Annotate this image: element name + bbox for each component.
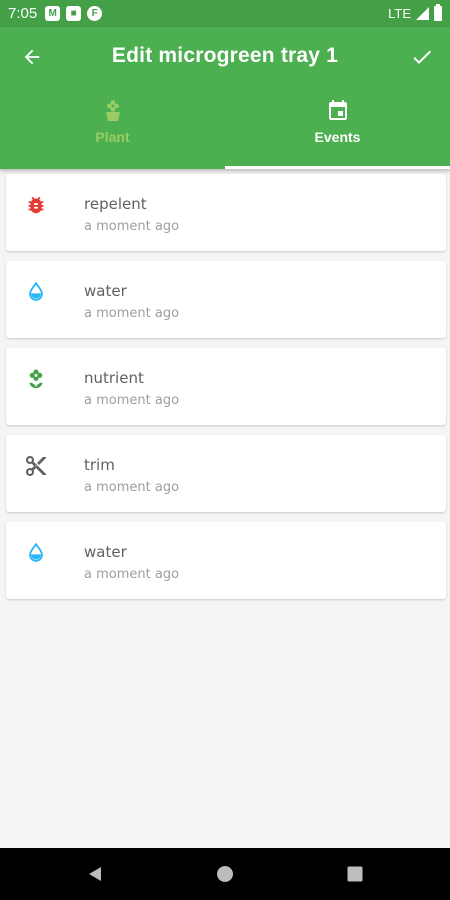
nav-home-button[interactable] [210, 859, 240, 889]
event-time: a moment ago [84, 480, 180, 495]
tab-plant-label: Plant [95, 129, 130, 145]
event-card[interactable]: repelent a moment ago [6, 174, 446, 251]
app-notification-icon: ■ [66, 6, 82, 21]
bug-icon [24, 193, 48, 217]
event-card[interactable]: trim a moment ago [6, 435, 446, 512]
flower-icon [24, 367, 48, 391]
event-time: a moment ago [84, 219, 180, 234]
circle-home-icon [217, 866, 233, 882]
status-time: 7:05 [8, 5, 38, 22]
event-time: a moment ago [84, 567, 180, 582]
gmail-notification-icon: M [45, 6, 61, 21]
status-bar: 7:05 M ■ F LTE [0, 0, 450, 27]
event-card[interactable]: nutrient a moment ago [6, 348, 446, 425]
page-title: Edit microgreen tray 1 [111, 44, 339, 67]
f-notification-icon: F [87, 6, 103, 21]
save-button[interactable] [408, 43, 436, 71]
toolbar: Edit microgreen tray 1 [0, 27, 450, 89]
triangle-back-icon [89, 867, 101, 881]
flower-pot-icon [105, 100, 120, 121]
tab-plant[interactable]: Plant [0, 89, 225, 169]
event-time: a moment ago [84, 306, 180, 321]
battery-icon [434, 4, 442, 21]
event-name: nutrient [84, 369, 144, 387]
event-name: trim [84, 456, 115, 474]
water-drop-icon [24, 541, 48, 565]
calendar-icon [328, 100, 347, 120]
water-drop-icon [24, 280, 48, 304]
square-recents-icon [347, 866, 363, 882]
system-nav-bar [0, 848, 450, 900]
check-icon [413, 50, 431, 64]
event-name: water [84, 282, 127, 300]
signal-icon [416, 7, 429, 20]
event-card[interactable]: water a moment ago [6, 261, 446, 338]
event-name: repelent [84, 195, 147, 213]
network-type: LTE [388, 6, 411, 21]
tab-bar: Plant Events [0, 89, 450, 169]
tab-events-label: Events [314, 129, 361, 145]
nav-recents-button[interactable] [340, 859, 370, 889]
event-name: water [84, 543, 127, 561]
events-list: repelent a moment ago water a moment ago… [6, 174, 446, 609]
event-time: a moment ago [84, 393, 180, 408]
scissors-icon [24, 454, 48, 478]
event-card[interactable]: water a moment ago [6, 522, 446, 599]
tab-events[interactable]: Events [225, 89, 450, 169]
nav-back-button[interactable] [80, 859, 110, 889]
app-bar: Edit microgreen tray 1 Plant Events [0, 27, 450, 169]
